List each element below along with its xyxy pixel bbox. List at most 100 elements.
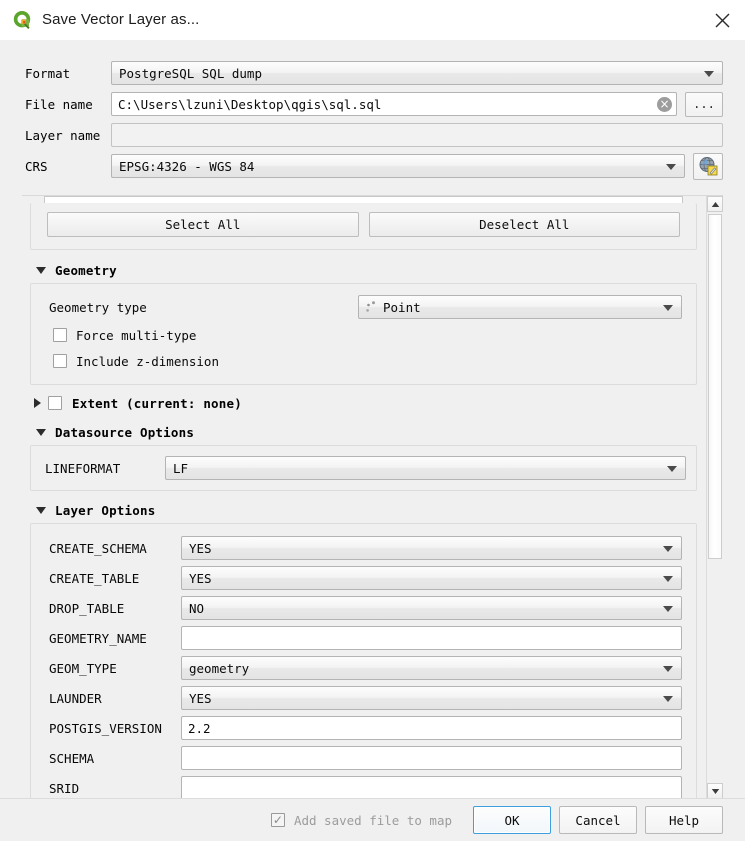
close-icon[interactable] bbox=[699, 0, 745, 40]
postgis-version-value: 2.2 bbox=[188, 720, 211, 736]
create-table-row: CREATE_TABLE YES bbox=[31, 563, 696, 593]
postgis-version-input[interactable]: 2.2 bbox=[181, 716, 682, 740]
fields-group: Select All Deselect All bbox=[30, 203, 697, 250]
schema-input[interactable] bbox=[181, 746, 682, 770]
extent-section-header[interactable]: Extent (current: none) bbox=[28, 390, 699, 416]
attribute-field-list[interactable] bbox=[44, 196, 683, 203]
force-multi-type-row[interactable]: Force multi-type bbox=[31, 322, 696, 348]
crs-row: CRS EPSG:4326 - WGS 84 bbox=[0, 151, 745, 181]
geom-type-combo[interactable]: geometry bbox=[181, 656, 682, 680]
point-geometry-icon bbox=[366, 301, 375, 312]
geometry-group: Geometry type Point Force multi-type Inc… bbox=[30, 283, 697, 385]
lineformat-row: LINEFORMAT LF bbox=[31, 455, 696, 481]
qgis-logo-icon bbox=[11, 9, 33, 31]
dialog-button-bar: Add saved file to map OK Cancel Help bbox=[0, 798, 745, 841]
add-saved-file-to-map-checkbox[interactable] bbox=[270, 813, 285, 827]
chevron-down-icon bbox=[663, 305, 673, 311]
add-saved-file-to-map-label: Add saved file to map bbox=[293, 812, 452, 828]
chevron-down-icon bbox=[663, 576, 673, 582]
cancel-button[interactable]: Cancel bbox=[559, 806, 637, 834]
extent-section-title: Extent (current: none) bbox=[72, 395, 242, 411]
chevron-down-icon bbox=[36, 428, 46, 436]
postgis-version-row: POSTGIS_VERSION 2.2 bbox=[31, 713, 696, 743]
select-all-button[interactable]: Select All bbox=[47, 212, 359, 237]
globe-edit-icon[interactable] bbox=[693, 152, 723, 180]
geom-type-label: GEOM_TYPE bbox=[49, 660, 117, 676]
create-schema-label: CREATE_SCHEMA bbox=[49, 540, 147, 556]
include-z-dimension-label: Include z-dimension bbox=[76, 353, 219, 369]
lineformat-combo[interactable]: LF bbox=[165, 456, 686, 480]
drop-table-label: DROP_TABLE bbox=[49, 600, 125, 616]
crs-combo[interactable]: EPSG:4326 - WGS 84 bbox=[111, 154, 685, 178]
geometry-type-row: Geometry type Point bbox=[31, 292, 696, 322]
datasource-options-title: Datasource Options bbox=[55, 424, 195, 440]
geometry-type-value: Point bbox=[383, 299, 421, 315]
crs-value: EPSG:4326 - WGS 84 bbox=[119, 158, 255, 174]
format-value: PostgreSQL SQL dump bbox=[119, 65, 262, 81]
srid-input[interactable] bbox=[181, 776, 682, 798]
add-saved-file-to-map-row[interactable]: Add saved file to map bbox=[270, 812, 452, 828]
create-schema-combo[interactable]: YES bbox=[181, 536, 682, 560]
file-name-row: File name C:\Users\lzuni\Desktop\qgis\sq… bbox=[0, 89, 745, 119]
include-z-dimension-checkbox[interactable] bbox=[53, 354, 67, 368]
title-bar: Save Vector Layer as... bbox=[0, 0, 745, 40]
drop-table-combo[interactable]: NO bbox=[181, 596, 682, 620]
geom-type-value: geometry bbox=[189, 660, 250, 676]
chevron-down-icon bbox=[36, 506, 46, 514]
schema-label: SCHEMA bbox=[49, 750, 95, 766]
scroll-up-icon[interactable] bbox=[707, 196, 723, 212]
layer-name-row: Layer name bbox=[0, 120, 745, 150]
srid-label: SRID bbox=[49, 780, 80, 796]
ok-button[interactable]: OK bbox=[473, 806, 551, 834]
geometry-type-label: Geometry type bbox=[49, 299, 147, 315]
include-z-dimension-row[interactable]: Include z-dimension bbox=[31, 348, 696, 374]
chevron-down-icon bbox=[663, 606, 673, 612]
geom-type-row: GEOM_TYPE geometry bbox=[31, 653, 696, 683]
extent-checkbox[interactable] bbox=[48, 396, 62, 410]
scroll-content: Select All Deselect All Geometry Geometr… bbox=[22, 196, 705, 798]
datasource-options-group: LINEFORMAT LF bbox=[30, 445, 697, 491]
geometry-name-input[interactable] bbox=[181, 626, 682, 650]
layer-options-group: CREATE_SCHEMA YES CREATE_TABLE YES DROP_… bbox=[30, 523, 697, 798]
deselect-all-button[interactable]: Deselect All bbox=[368, 212, 680, 237]
chevron-right-icon bbox=[34, 398, 41, 408]
vertical-scrollbar[interactable] bbox=[706, 196, 723, 798]
launder-label: LAUNDER bbox=[49, 690, 102, 706]
clear-icon[interactable] bbox=[657, 96, 672, 112]
create-schema-row: CREATE_SCHEMA YES bbox=[31, 533, 696, 563]
launder-combo[interactable]: YES bbox=[181, 686, 682, 710]
force-multi-type-checkbox[interactable] bbox=[53, 328, 67, 342]
browse-button[interactable]: ... bbox=[685, 91, 723, 117]
layer-options-section-header[interactable]: Layer Options bbox=[28, 497, 699, 523]
geometry-name-label: GEOMETRY_NAME bbox=[49, 630, 147, 646]
create-table-combo[interactable]: YES bbox=[181, 566, 682, 590]
create-schema-value: YES bbox=[189, 540, 212, 556]
chevron-down-icon bbox=[667, 466, 677, 472]
file-name-input[interactable]: C:\Users\lzuni\Desktop\qgis\sql.sql bbox=[111, 92, 677, 116]
help-button[interactable]: Help bbox=[645, 806, 723, 834]
drop-table-row: DROP_TABLE NO bbox=[31, 593, 696, 623]
datasource-options-section-header[interactable]: Datasource Options bbox=[28, 419, 699, 445]
lineformat-label: LINEFORMAT bbox=[45, 460, 121, 476]
chevron-down-icon bbox=[704, 71, 714, 77]
file-name-label: File name bbox=[25, 96, 93, 112]
schema-row: SCHEMA bbox=[31, 743, 696, 773]
chevron-down-icon bbox=[663, 546, 673, 552]
top-form: Format PostgreSQL SQL dump File name C:\… bbox=[0, 58, 745, 182]
drop-table-value: NO bbox=[189, 600, 205, 616]
create-table-label: CREATE_TABLE bbox=[49, 570, 140, 586]
lineformat-value: LF bbox=[173, 460, 189, 476]
layer-name-input[interactable] bbox=[111, 123, 723, 147]
format-label: Format bbox=[25, 65, 71, 81]
crs-label: CRS bbox=[25, 158, 48, 174]
scrollbar-thumb[interactable] bbox=[708, 214, 722, 559]
geometry-section-header[interactable]: Geometry bbox=[28, 257, 699, 283]
file-name-value: C:\Users\lzuni\Desktop\qgis\sql.sql bbox=[118, 96, 382, 112]
geometry-type-combo[interactable]: Point bbox=[358, 295, 682, 319]
srid-row: SRID bbox=[31, 773, 696, 798]
format-combo[interactable]: PostgreSQL SQL dump bbox=[111, 61, 723, 85]
scroll-down-icon[interactable] bbox=[707, 783, 723, 798]
format-row: Format PostgreSQL SQL dump bbox=[0, 58, 745, 88]
launder-value: YES bbox=[189, 690, 212, 706]
force-multi-type-label: Force multi-type bbox=[76, 327, 197, 343]
